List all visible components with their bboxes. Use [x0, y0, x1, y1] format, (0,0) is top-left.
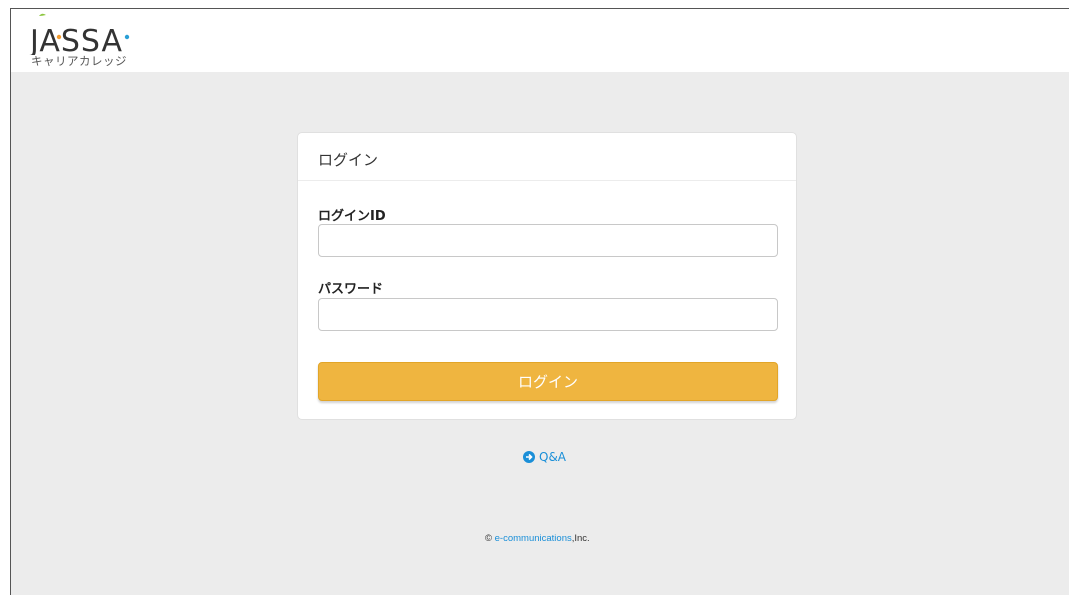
logo-icon: JASSA — [28, 13, 130, 59]
qa-link[interactable]: Q&A — [523, 450, 566, 464]
login-panel: ログイン ログインID パスワード ログイン — [297, 132, 797, 420]
login-panel-title: ログイン — [298, 133, 796, 181]
svg-text:JASSA: JASSA — [28, 24, 123, 55]
password-input[interactable] — [318, 298, 778, 331]
qa-link-label: Q&A — [539, 450, 567, 464]
logo-subtitle: キャリアカレッジ — [31, 54, 127, 68]
arrow-circle-right-icon — [523, 451, 535, 463]
copyright-symbol: © — [485, 533, 492, 544]
login-id-input[interactable] — [318, 224, 778, 257]
login-id-label: ログインID — [318, 209, 386, 224]
jassa-logo[interactable]: JASSA キャリアカレッジ — [28, 13, 148, 69]
copyright-footer: © e-communications,Inc. — [485, 533, 590, 544]
company-link[interactable]: e-communications — [495, 533, 572, 544]
company-suffix: ,Inc. — [571, 533, 590, 544]
header-bar: JASSA キャリアカレッジ — [11, 9, 1069, 72]
app-frame: JASSA キャリアカレッジ ログイン ログインID パスワード ログイン Q&… — [10, 8, 1069, 595]
login-button[interactable]: ログイン — [318, 362, 778, 401]
password-label: パスワード — [318, 282, 384, 297]
